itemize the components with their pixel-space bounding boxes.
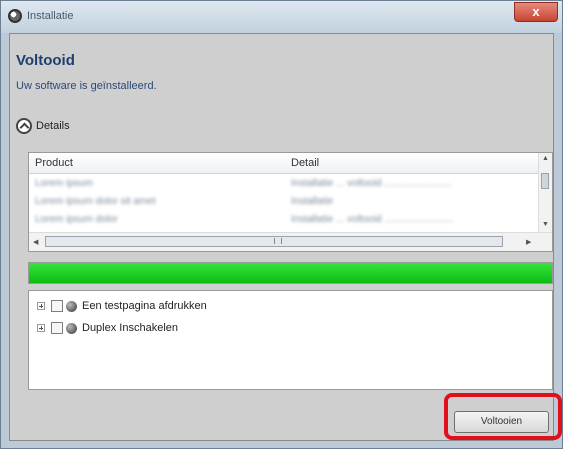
- checkbox[interactable]: [51, 300, 63, 312]
- checkbox[interactable]: [51, 322, 63, 334]
- highlight-frame: [444, 393, 562, 440]
- page-subtitle: Uw software is geïnstalleerd.: [16, 80, 157, 92]
- title-bar: Installatie x: [1, 1, 562, 33]
- detail-cell: Installatie ... voltooid ...............…: [291, 178, 452, 189]
- options-tree: Een testpagina afdrukken Duplex Inschake…: [28, 290, 553, 390]
- table-row[interactable]: Lorem ipsum Installatie ... voltooid ...…: [29, 175, 539, 193]
- scroll-down-icon[interactable]: ▼: [542, 221, 549, 228]
- content-panel: Voltooid Uw software is geïnstalleerd. D…: [9, 33, 554, 441]
- scroll-up-icon[interactable]: ▲: [542, 155, 549, 162]
- product-cell: Lorem ipsum dolor sit amet: [35, 196, 156, 207]
- horizontal-scroll-thumb[interactable]: [45, 236, 503, 247]
- window-title: Installatie: [27, 10, 74, 22]
- table-header: Product Detail: [29, 153, 539, 174]
- grip-icon: [274, 238, 282, 244]
- vertical-scrollbar[interactable]: ▲ ▼: [538, 153, 552, 233]
- scroll-left-icon[interactable]: ◀: [33, 238, 38, 246]
- feature-icon: [66, 300, 77, 312]
- chevron-up-icon: [16, 118, 32, 134]
- scroll-right-icon[interactable]: ▶: [526, 238, 531, 246]
- details-table: Product Detail Lorem ipsum Installatie .…: [28, 152, 553, 252]
- column-header-detail[interactable]: Detail: [291, 157, 319, 169]
- installer-window: Installatie x Voltooid Uw software is ge…: [0, 0, 563, 449]
- vertical-scroll-thumb[interactable]: [541, 173, 549, 189]
- option-print-test-page[interactable]: Een testpagina afdrukken: [37, 297, 207, 315]
- app-icon: [8, 9, 22, 23]
- detail-cell: Installatie ... voltooid ...............…: [291, 214, 454, 225]
- progress-bar: [28, 262, 553, 284]
- close-button[interactable]: x: [514, 2, 558, 22]
- horizontal-scrollbar[interactable]: ◀ ▶: [29, 232, 552, 251]
- table-row[interactable]: Lorem ipsum dolor Installatie ... voltoo…: [29, 211, 539, 229]
- expand-icon[interactable]: [37, 324, 45, 332]
- page-title: Voltooid: [16, 52, 75, 69]
- column-header-product[interactable]: Product: [35, 157, 73, 169]
- details-toggle[interactable]: Details: [16, 116, 70, 136]
- feature-icon: [66, 322, 77, 334]
- expand-icon[interactable]: [37, 302, 45, 310]
- detail-cell: Installatie: [291, 196, 334, 207]
- table-row[interactable]: Lorem ipsum dolor sit amet Installatie: [29, 193, 539, 211]
- option-enable-duplex[interactable]: Duplex Inschakelen: [37, 319, 178, 337]
- progress-fill: [29, 263, 552, 283]
- option-label: Een testpagina afdrukken: [82, 300, 207, 312]
- product-cell: Lorem ipsum dolor: [35, 214, 118, 225]
- details-label: Details: [36, 120, 70, 132]
- product-cell: Lorem ipsum: [35, 178, 93, 189]
- option-label: Duplex Inschakelen: [82, 322, 179, 334]
